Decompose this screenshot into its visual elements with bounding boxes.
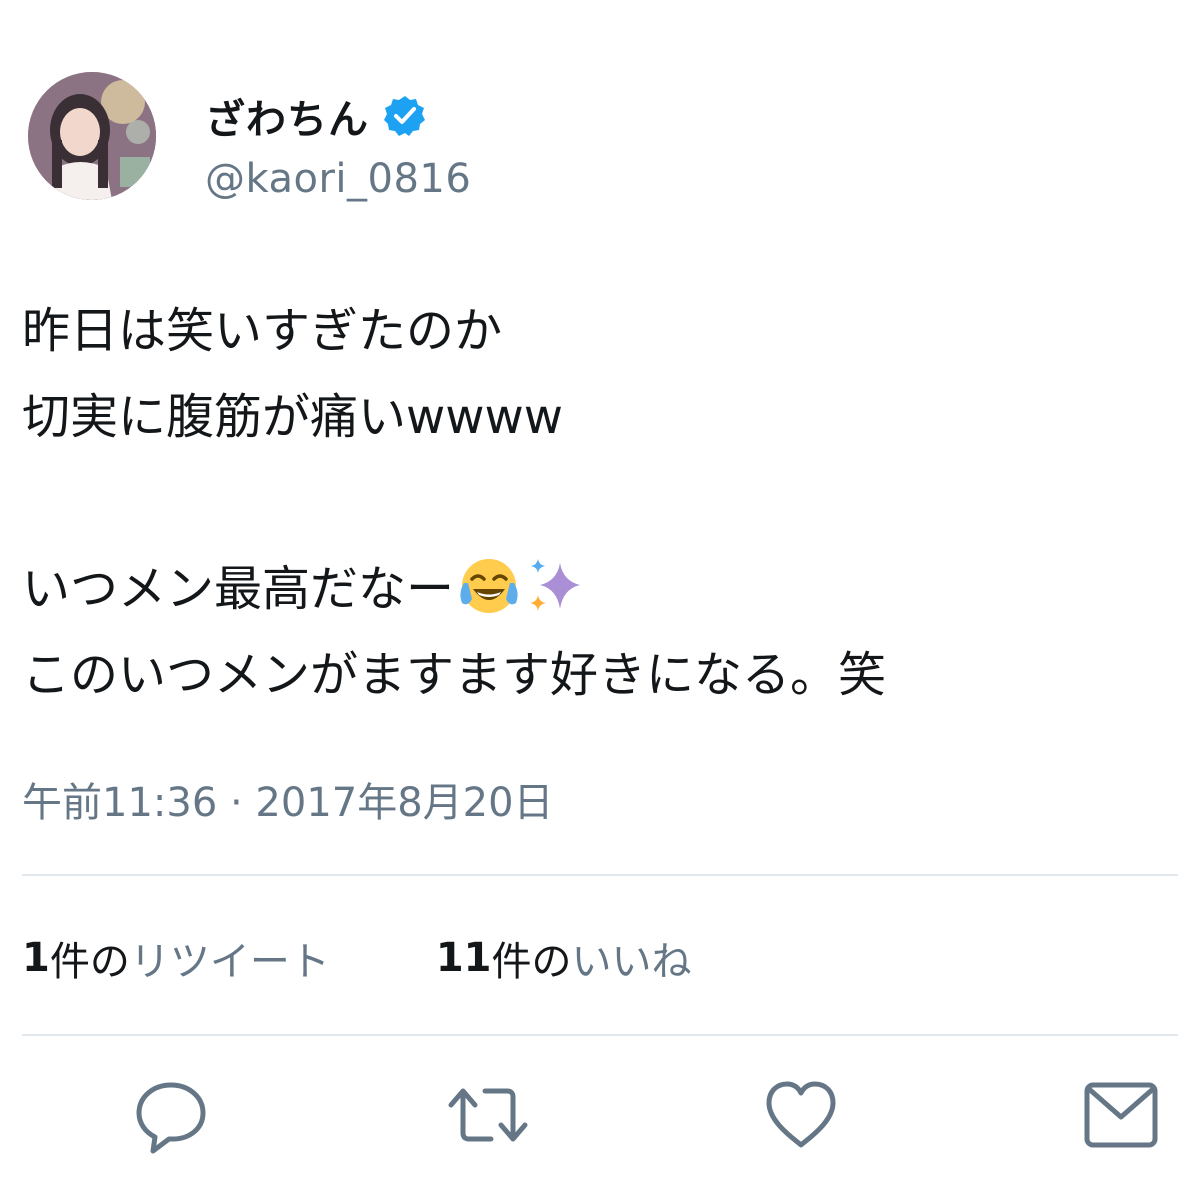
- retweets-count: 1: [22, 935, 50, 981]
- tweet-text-line: いつメン最高だなー: [22, 561, 455, 617]
- verified-badge-icon: [383, 94, 427, 138]
- reply-button[interactable]: [126, 1070, 216, 1160]
- display-name[interactable]: ざわちん: [205, 87, 369, 145]
- tweet-timestamp[interactable]: 午前11:36 · 2017年8月20日: [22, 770, 554, 828]
- face-with-tears-of-joy-icon: [458, 555, 520, 617]
- like-button[interactable]: [756, 1070, 846, 1160]
- tweet-stats: 1 件のリツイート 11 件のいいね: [22, 930, 692, 986]
- reply-icon: [136, 1082, 206, 1154]
- likes-label: いいね: [571, 939, 692, 985]
- share-icon: [1084, 1082, 1158, 1148]
- tweet-actions-bar: [0, 1070, 1200, 1170]
- divider: [22, 1034, 1178, 1036]
- tweet-text: 昨日は笑いすぎたのか 切実に腹筋が痛いwwww いつメン最高だなー このいつメン…: [22, 288, 1172, 718]
- tweet-detail: ざわちん @kaori_0816 昨日は笑いすぎたのか 切実に腹筋が痛いwwww…: [0, 0, 1200, 1200]
- likes-label-prefix: 件の: [491, 939, 572, 985]
- retweet-icon: [448, 1088, 528, 1142]
- avatar[interactable]: [28, 72, 156, 200]
- retweets-label-prefix: 件の: [49, 939, 130, 985]
- tweet-text-line: 切実に腹筋が痛いwwww: [22, 389, 564, 445]
- tweet-text-line-with-emoji: いつメン最高だなー: [22, 546, 1172, 632]
- sparkles-icon: [524, 555, 586, 617]
- tweet-text-line: 昨日は笑いすぎたのか: [22, 303, 503, 359]
- author-name-row[interactable]: ざわちん: [205, 86, 427, 146]
- likes-count: 11: [435, 935, 492, 981]
- tweet-text-line: このいつメンがますます好きになる。笑: [22, 647, 887, 703]
- retweet-button[interactable]: [443, 1070, 533, 1160]
- like-icon: [766, 1081, 836, 1148]
- retweets-label: リツイート: [129, 939, 330, 985]
- author-handle[interactable]: @kaori_0816: [205, 156, 471, 202]
- tweet-text-blank-line: [22, 460, 1172, 546]
- retweets-stat[interactable]: 1 件のリツイート: [22, 929, 330, 987]
- share-button[interactable]: [1076, 1070, 1166, 1160]
- likes-stat[interactable]: 11 件のいいね: [436, 929, 692, 987]
- profile-photo-icon: [28, 72, 156, 200]
- divider: [22, 874, 1178, 876]
